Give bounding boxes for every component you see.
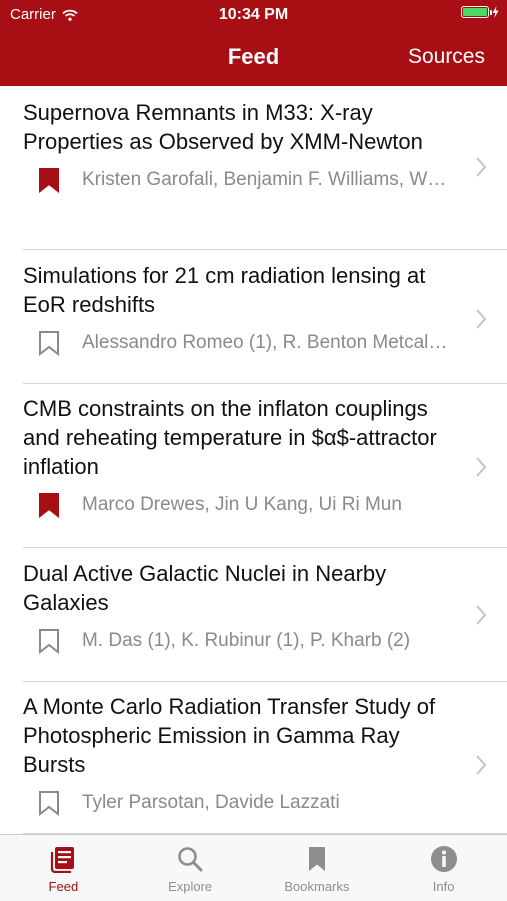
tab-feed[interactable]: Feed bbox=[0, 835, 127, 901]
bookmark-filled-icon[interactable] bbox=[38, 492, 60, 518]
article-authors: M. Das (1), K. Rubinur (1), P. Kharb (2) bbox=[82, 630, 411, 651]
article-authors: Alessandro Romeo (1), R. Benton Metcalf … bbox=[82, 332, 450, 353]
tab-info[interactable]: Info bbox=[380, 835, 507, 901]
article-title: A Monte Carlo Radiation Transfer Study o… bbox=[23, 694, 436, 777]
chevron-right-icon bbox=[476, 755, 487, 775]
search-icon bbox=[127, 845, 254, 873]
article-title: Supernova Remnants in M33: X-ray Propert… bbox=[23, 100, 423, 154]
article-meta: M. Das (1), K. Rubinur (1), P. Kharb (2) bbox=[23, 628, 507, 654]
bookmark-icon bbox=[254, 845, 381, 873]
list-item[interactable]: Supernova Remnants in M33: X-ray Propert… bbox=[23, 86, 507, 250]
tab-explore[interactable]: Explore bbox=[127, 835, 254, 901]
list-item[interactable]: Simulations for 21 cm radiation lensing … bbox=[23, 250, 507, 384]
feed-icon bbox=[0, 845, 127, 873]
article-authors: Marco Drewes, Jin U Kang, Ui Ri Mun bbox=[82, 494, 402, 515]
battery-level bbox=[463, 8, 487, 16]
article-title: Simulations for 21 cm radiation lensing … bbox=[23, 263, 426, 317]
tab-bookmarks[interactable]: Bookmarks bbox=[254, 835, 381, 901]
list-item[interactable]: A Monte Carlo Radiation Transfer Study o… bbox=[23, 682, 507, 834]
status-bar: Carrier 10:34 PM bbox=[0, 0, 507, 30]
bookmark-outline-icon[interactable] bbox=[38, 628, 60, 654]
header-bar: Carrier 10:34 PM Feed Sources bbox=[0, 0, 507, 86]
charging-icon bbox=[492, 6, 499, 18]
sources-button[interactable]: Sources bbox=[408, 45, 485, 69]
battery-icon bbox=[461, 6, 492, 18]
status-time: 10:34 PM bbox=[218, 6, 289, 23]
article-authors: Tyler Parsotan, Davide Lazzati bbox=[82, 792, 340, 813]
info-icon bbox=[380, 845, 507, 873]
tab-label: Feed bbox=[48, 879, 79, 894]
battery-indicator bbox=[461, 6, 499, 18]
bookmark-outline-icon[interactable] bbox=[38, 790, 60, 816]
article-authors: Kristen Garofali, Benjamin F. Williams, … bbox=[82, 169, 450, 190]
chevron-right-icon bbox=[476, 309, 487, 329]
tab-label: Bookmarks bbox=[284, 879, 350, 894]
tab-bar: Feed Explore Bookmarks Info bbox=[0, 834, 507, 901]
bookmark-filled-icon[interactable] bbox=[38, 167, 60, 193]
chevron-right-icon bbox=[476, 157, 487, 177]
tab-label: Info bbox=[432, 879, 455, 894]
article-meta: Marco Drewes, Jin U Kang, Ui Ri Mun bbox=[23, 492, 507, 518]
article-meta: Kristen Garofali, Benjamin F. Williams, … bbox=[23, 167, 507, 193]
chevron-right-icon bbox=[476, 605, 487, 625]
article-meta: Alessandro Romeo (1), R. Benton Metcalf … bbox=[23, 330, 507, 356]
list-item[interactable]: CMB constraints on the inflaton coupling… bbox=[23, 384, 507, 548]
tab-label: Explore bbox=[168, 879, 213, 894]
article-list[interactable]: Supernova Remnants in M33: X-ray Propert… bbox=[0, 86, 507, 834]
chevron-right-icon bbox=[476, 457, 487, 477]
article-title: Dual Active Galactic Nuclei in Nearby Ga… bbox=[23, 561, 387, 615]
bookmark-outline-icon[interactable] bbox=[38, 330, 60, 356]
article-meta: Tyler Parsotan, Davide Lazzati bbox=[23, 790, 507, 816]
list-item[interactable]: Dual Active Galactic Nuclei in Nearby Ga… bbox=[23, 548, 507, 682]
article-title: CMB constraints on the inflaton coupling… bbox=[23, 396, 437, 479]
